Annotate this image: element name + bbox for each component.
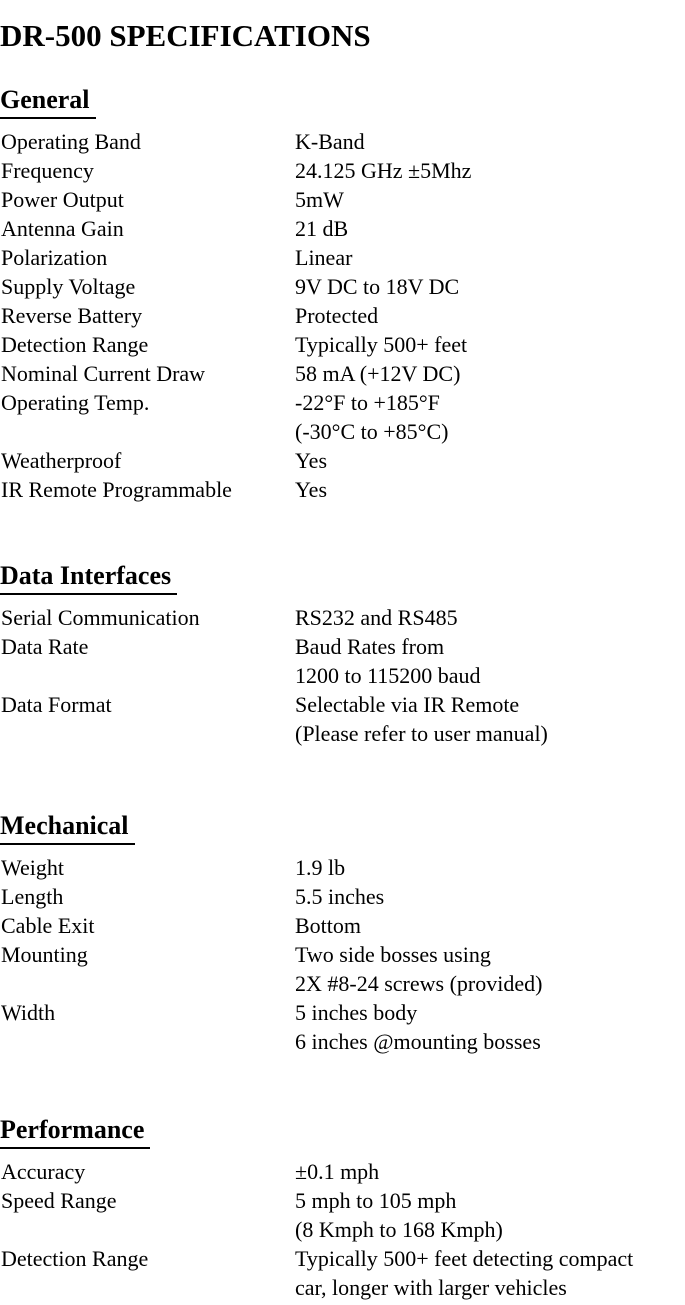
spec-value: Protected bbox=[295, 303, 379, 328]
spec-row: Reverse Battery Protected bbox=[0, 301, 685, 330]
spec-row: Nominal Current Draw 58 mA (+12V DC) bbox=[0, 359, 685, 388]
spec-value: Typically 500+ feet bbox=[295, 332, 468, 357]
spec-value: 21 dB bbox=[295, 216, 349, 241]
spec-row: Data Format Selectable via IR Remote bbox=[0, 690, 685, 719]
spec-row: Weatherproof Yes bbox=[0, 446, 685, 475]
spec-value: 5mW bbox=[295, 187, 344, 212]
spec-row: Length 5.5 inches bbox=[0, 882, 685, 911]
spec-row-continuation: 1200 to 115200 baud bbox=[0, 661, 685, 690]
spec-value: 1200 to 115200 baud bbox=[295, 663, 481, 688]
spec-label: Cable Exit bbox=[1, 913, 95, 938]
spec-value: car, longer with larger vehicles bbox=[295, 1275, 567, 1300]
spec-value: Yes bbox=[295, 477, 328, 502]
spec-label: Power Output bbox=[1, 187, 124, 212]
spec-value: Yes bbox=[295, 448, 328, 473]
spec-value: Baud Rates from bbox=[295, 634, 445, 659]
spec-value: (Please refer to user manual) bbox=[295, 721, 548, 746]
spec-value: 6 inches @mounting bosses bbox=[295, 1029, 541, 1054]
spec-label: Serial Communication bbox=[1, 605, 200, 630]
spec-row: Weight 1.9 lb bbox=[0, 853, 685, 882]
spec-label: Weatherproof bbox=[1, 448, 122, 473]
spec-row: Operating Band K-Band bbox=[0, 127, 685, 156]
spec-row: Data Rate Baud Rates from bbox=[0, 632, 685, 661]
spec-row: Supply Voltage 9V DC to 18V DC bbox=[0, 272, 685, 301]
spec-value: K-Band bbox=[295, 129, 365, 154]
spec-label: Width bbox=[1, 1000, 56, 1025]
spec-value: -22°F to +185°F bbox=[295, 390, 440, 415]
spec-label: Polarization bbox=[1, 245, 108, 270]
spec-row: Antenna Gain 21 dB bbox=[0, 214, 685, 243]
spec-value: 5 mph to 105 mph bbox=[295, 1188, 457, 1213]
spec-label: Nominal Current Draw bbox=[1, 361, 206, 386]
spec-label: Mounting bbox=[1, 942, 88, 967]
spec-value: Typically 500+ feet detecting compact bbox=[295, 1246, 634, 1271]
specification-page: DR-500 SPECIFICATIONS General Operating B… bbox=[0, 0, 685, 1305]
spec-label: Operating Temp. bbox=[1, 390, 150, 415]
spec-label: Accuracy bbox=[1, 1159, 86, 1184]
spec-row: Operating Temp. -22°F to +185°F bbox=[0, 388, 685, 417]
spec-value: Linear bbox=[295, 245, 353, 270]
spec-label: Frequency bbox=[1, 158, 94, 183]
spec-label: IR Remote Programmable bbox=[1, 477, 232, 502]
spec-value: 1.9 lb bbox=[295, 855, 346, 880]
spec-row-continuation: (8 Kmph to 168 Kmph) bbox=[0, 1215, 685, 1244]
spec-row-continuation: (Please refer to user manual) bbox=[0, 719, 685, 748]
spec-value: RS232 and RS485 bbox=[295, 605, 458, 630]
spec-row: Detection Range Typically 500+ feet detec… bbox=[0, 1244, 685, 1273]
spec-value: 24.125 GHz ±5Mhz bbox=[295, 158, 472, 183]
spec-label: Supply Voltage bbox=[1, 274, 136, 299]
spec-label: Antenna Gain bbox=[1, 216, 124, 241]
spec-rows-data-interfaces: Serial Communication RS232 and RS485 Data … bbox=[0, 603, 685, 748]
spec-value: ±0.1 mph bbox=[295, 1159, 380, 1184]
spec-row: Speed Range 5 mph to 105 mph bbox=[0, 1186, 685, 1215]
spec-rows-performance: Accuracy ±0.1 mph Speed Range 5 mph to 105 … bbox=[0, 1157, 685, 1302]
spec-row-continuation: 2X #8-24 screws (provided) bbox=[0, 969, 685, 998]
spec-row: Frequency 24.125 GHz ±5Mhz bbox=[0, 156, 685, 185]
section-title-mechanical: Mechanical bbox=[0, 810, 135, 845]
section-title-general: General bbox=[0, 84, 96, 119]
spec-row-continuation: car, longer with larger vehicles bbox=[0, 1273, 685, 1302]
spec-label: Weight bbox=[1, 855, 64, 880]
spec-row: Accuracy ±0.1 mph bbox=[0, 1157, 685, 1186]
spec-label: Operating Band bbox=[1, 129, 141, 154]
spec-row: Power Output 5mW bbox=[0, 185, 685, 214]
spec-row-continuation: (-30°C to +85°C) bbox=[0, 417, 685, 446]
spec-value: 5 inches body bbox=[295, 1000, 418, 1025]
spec-label: Reverse Battery bbox=[1, 303, 143, 328]
page-title: DR-500 SPECIFICATIONS bbox=[0, 17, 371, 53]
spec-label: Length bbox=[1, 884, 64, 909]
spec-row: Width 5 inches body bbox=[0, 998, 685, 1027]
spec-row: Mounting Two side bosses using bbox=[0, 940, 685, 969]
spec-rows-general: Operating Band K-Band Frequency 24.125 GHz … bbox=[0, 127, 685, 504]
spec-label: Detection Range bbox=[1, 332, 149, 357]
spec-value: 9V DC to 18V DC bbox=[295, 274, 460, 299]
spec-row: Polarization Linear bbox=[0, 243, 685, 272]
spec-value: 58 mA (+12V DC) bbox=[295, 361, 461, 386]
spec-value: (8 Kmph to 168 Kmph) bbox=[295, 1217, 503, 1242]
spec-value: 2X #8-24 screws (provided) bbox=[295, 971, 543, 996]
spec-value: (-30°C to +85°C) bbox=[295, 419, 449, 444]
spec-row: Cable Exit Bottom bbox=[0, 911, 685, 940]
spec-value: Selectable via IR Remote bbox=[295, 692, 520, 717]
spec-label: Data Format bbox=[1, 692, 112, 717]
spec-label: Speed Range bbox=[1, 1188, 117, 1213]
section-title-data-interfaces: Data Interfaces bbox=[0, 560, 178, 595]
spec-row: Serial Communication RS232 and RS485 bbox=[0, 603, 685, 632]
spec-value: 5.5 inches bbox=[295, 884, 385, 909]
section-title-performance: Performance bbox=[0, 1114, 151, 1149]
spec-value: Bottom bbox=[295, 913, 362, 938]
spec-label: Data Rate bbox=[1, 634, 89, 659]
spec-row-continuation: 6 inches @mounting bosses bbox=[0, 1027, 685, 1056]
spec-rows-mechanical: Weight 1.9 lb Length 5.5 inches Cable Exit Bo… bbox=[0, 853, 685, 1056]
spec-label: Detection Range bbox=[1, 1246, 149, 1271]
spec-row: IR Remote Programmable Yes bbox=[0, 475, 685, 504]
spec-row: Detection Range Typically 500+ feet bbox=[0, 330, 685, 359]
spec-value: Two side bosses using bbox=[295, 942, 491, 967]
